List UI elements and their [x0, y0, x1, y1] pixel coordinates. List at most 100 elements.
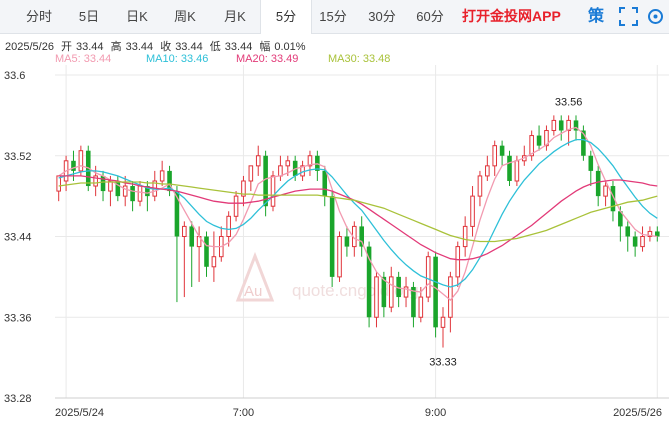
- candle: [307, 150, 313, 176]
- candle-body: [78, 150, 84, 172]
- candle: [115, 175, 121, 202]
- y-tick-label: 33.6: [4, 70, 25, 82]
- candle-body: [226, 215, 231, 237]
- candle-body: [595, 170, 601, 197]
- candle-body: [462, 225, 468, 248]
- candle-body: [448, 276, 453, 318]
- candlestick-chart[interactable]: Au quote.cngold.org 33.633.5233.4433.363…: [0, 0, 669, 421]
- candle-body: [418, 296, 424, 318]
- candle: [211, 231, 217, 282]
- watermark-mark: Au: [244, 283, 262, 300]
- candle-body: [322, 170, 328, 197]
- candle: [640, 226, 645, 252]
- candle: [610, 180, 616, 222]
- candle: [374, 271, 379, 328]
- candle-body: [440, 316, 446, 328]
- candle: [56, 175, 61, 202]
- candle: [448, 271, 453, 333]
- candle-body: [337, 236, 342, 278]
- candle-body: [344, 236, 350, 247]
- candle: [588, 150, 594, 187]
- candle-body: [536, 135, 542, 146]
- candle-body: [433, 256, 438, 328]
- candle-body: [137, 185, 143, 202]
- candle: [248, 165, 254, 192]
- annotation-label: 33.33: [429, 357, 457, 369]
- moving-average-lines: [58, 126, 658, 302]
- candle-body: [159, 170, 165, 182]
- y-tick-label: 33.44: [4, 232, 32, 244]
- candle-body: [182, 225, 187, 237]
- candle: [558, 115, 564, 141]
- candle-body: [588, 155, 594, 171]
- x-tick-label: 9:00: [425, 407, 446, 419]
- candle: [485, 155, 490, 181]
- candle-body: [477, 175, 483, 197]
- candle-body: [388, 276, 394, 308]
- candle: [315, 150, 320, 181]
- candle: [263, 150, 268, 217]
- candle: [204, 231, 209, 277]
- candle-body: [492, 145, 498, 167]
- candle-body: [374, 276, 379, 318]
- annotations: 33.56 33.33: [429, 96, 582, 368]
- candle: [122, 175, 128, 207]
- annotation-label: 33.56: [555, 96, 583, 108]
- candle: [300, 160, 305, 181]
- candle-body: [640, 236, 645, 248]
- candle-body: [189, 226, 195, 247]
- candle-body: [278, 165, 283, 177]
- candle: [388, 266, 394, 313]
- candle-body: [248, 165, 254, 182]
- candle: [159, 160, 165, 187]
- candle: [167, 165, 172, 197]
- candle: [492, 140, 498, 176]
- x-tick-label: 7:00: [233, 407, 254, 419]
- candle-body: [551, 119, 557, 132]
- candle: [632, 231, 638, 257]
- candle: [218, 226, 224, 262]
- y-axis: 33.6 33.52 33.44 33.36 33.28: [4, 70, 32, 405]
- candle: [521, 145, 527, 166]
- candle: [425, 251, 431, 303]
- candle: [544, 125, 549, 151]
- candle: [130, 180, 135, 212]
- candle-body: [507, 155, 512, 181]
- candle: [411, 281, 416, 328]
- candle-body: [514, 160, 520, 182]
- candle-body: [130, 186, 135, 202]
- x-tick-label: 2025/5/24: [55, 407, 104, 419]
- x-tick-label: 2025/5/26: [613, 407, 662, 419]
- candle: [455, 241, 461, 287]
- candle: [655, 226, 660, 242]
- candle: [396, 271, 401, 308]
- candle-body: [470, 195, 475, 227]
- candle: [145, 180, 150, 212]
- candle: [529, 130, 534, 161]
- candles: [56, 115, 660, 348]
- candle: [241, 175, 246, 207]
- candle-body: [285, 160, 291, 167]
- candle-body: [71, 160, 76, 171]
- candle: [462, 216, 468, 257]
- candle-body: [625, 226, 631, 237]
- candle: [440, 307, 446, 348]
- candle: [470, 186, 475, 237]
- candle-body: [359, 226, 364, 247]
- candle-body: [270, 175, 276, 207]
- candle: [536, 125, 542, 151]
- candle: [625, 221, 631, 252]
- candle: [337, 231, 342, 282]
- y-tick-label: 33.36: [4, 312, 32, 324]
- candle-body: [204, 236, 209, 267]
- candle: [152, 170, 158, 202]
- candle: [233, 191, 239, 222]
- candle-body: [425, 256, 431, 298]
- candle-body: [499, 145, 505, 156]
- y-tick-label: 33.28: [4, 393, 32, 405]
- candle: [359, 216, 364, 257]
- candle: [581, 125, 586, 161]
- candle: [182, 221, 187, 298]
- candle-body: [455, 246, 461, 278]
- candle-body: [603, 185, 608, 197]
